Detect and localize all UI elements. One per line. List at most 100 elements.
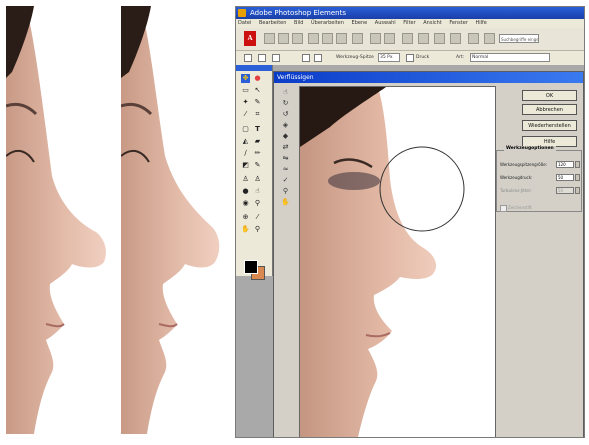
magic-wand-icon[interactable]: ✦ [241, 98, 250, 107]
web-icon[interactable] [484, 33, 495, 44]
brush-options-icon[interactable] [314, 54, 322, 62]
eraser-icon[interactable]: ◩ [241, 161, 250, 170]
brush-pressure-stepper-icon[interactable] [575, 174, 580, 181]
mode-select[interactable]: Normal [470, 53, 550, 62]
menu-ansicht[interactable]: Ansicht [423, 20, 441, 26]
brush-icon[interactable]: ∕ [241, 149, 250, 158]
brush-size-field[interactable]: 120 [556, 161, 574, 168]
brush-size-label: Werkzeugspitzengröße: [500, 162, 548, 167]
shape-icon[interactable]: ▢ [241, 125, 250, 134]
gradient-icon[interactable]: ▰ [253, 137, 262, 146]
toolbox: ✥ ● ▭ ↖ ✦ ✎ ⁄ ⌗ ▢ T ◭ ▰ ∕ ✏ ◩ ✎ ♙ ♙ ● ☝ … [236, 65, 273, 280]
twirl-cw-icon[interactable]: ↻ [281, 99, 290, 108]
airbrush-icon[interactable] [302, 54, 310, 62]
liquify-dialog: Verflüssigen ☝ ↻ ↺ ◈ ◆ ⇄ ⇋ ≈ ✓ ⚲ ✋ OK Ab… [273, 71, 584, 437]
liquify-preview-canvas[interactable] [299, 86, 496, 437]
photoshop-elements-window: Adobe Photoshop Elements Datei Bearbeite… [235, 6, 585, 438]
step-forward-icon[interactable] [384, 33, 395, 44]
menu-fenster[interactable]: Fenster [449, 20, 468, 26]
print-icon[interactable] [322, 33, 333, 44]
save-icon[interactable] [308, 33, 319, 44]
sponge-icon[interactable]: ◉ [241, 199, 250, 208]
shift-pixels-icon[interactable]: ⇄ [281, 143, 290, 152]
smudge-icon[interactable]: ☝ [253, 187, 262, 196]
toolbox-title-bar [236, 65, 272, 71]
nose-profile-edited-photo [121, 6, 229, 434]
print-preview-icon[interactable] [336, 33, 347, 44]
text-icon[interactable]: T [253, 125, 262, 134]
workspace: ✥ ● ▭ ↖ ✦ ✎ ⁄ ⌗ ▢ T ◭ ▰ ∕ ✏ ◩ ✎ ♙ ♙ ● ☝ … [236, 65, 584, 437]
search-input[interactable]: Suchbegriffe eingeben [499, 34, 539, 43]
reconstruct-icon[interactable]: ✓ [281, 176, 290, 185]
stylus-pressure-label: Zeichenstift [508, 205, 532, 210]
pressure-checkbox[interactable] [406, 54, 414, 62]
menu-hilfe[interactable]: Hilfe [475, 20, 486, 26]
menu-bar: Datei Bearbeiten Bild Überarbeiten Ebene… [236, 19, 584, 28]
help-icon[interactable] [450, 33, 461, 44]
menu-ebene[interactable]: Ebene [352, 20, 368, 26]
turbulence-field: 50 [556, 187, 574, 194]
tutorial-icon[interactable] [468, 33, 479, 44]
tool-preset-icon[interactable] [258, 54, 266, 62]
selection-brush-icon[interactable]: ✎ [253, 98, 262, 107]
pressure-label: Druck [416, 55, 430, 60]
menu-filter[interactable]: Filter [403, 20, 415, 26]
color-variations-icon[interactable] [418, 33, 429, 44]
blur-icon[interactable]: ● [241, 187, 250, 196]
reflection-icon[interactable]: ⇋ [281, 154, 290, 163]
menu-datei[interactable]: Datei [238, 20, 251, 26]
crop-icon[interactable]: ⌗ [253, 110, 262, 119]
brush-pressure-field[interactable]: 50 [556, 174, 574, 181]
options-bar: Werkzeug-Spitze 35 Px Druck Art: Normal [236, 51, 584, 66]
tool-options-title: Werkzeugoptionen [504, 146, 556, 151]
turbulence-icon[interactable]: ≈ [281, 165, 290, 174]
paint-bucket-icon[interactable]: ◭ [241, 137, 250, 146]
turbulence-stepper-icon [575, 187, 580, 194]
new-file-icon[interactable] [264, 33, 275, 44]
lasso-icon[interactable]: ↖ [253, 86, 262, 95]
mode-label: Art: [456, 55, 465, 60]
impressionist-brush-icon[interactable]: ✎ [253, 161, 262, 170]
liquify-brush-cursor [379, 146, 465, 232]
step-backward-icon[interactable] [370, 33, 381, 44]
restore-button[interactable]: Wiederherstellen [522, 120, 577, 131]
quick-fix-icon[interactable] [402, 33, 413, 44]
liquify-zoom-icon[interactable]: ⚲ [281, 187, 290, 196]
dodge-icon[interactable]: ⚲ [253, 199, 262, 208]
eyedropper-2-icon[interactable]: ⁄ [253, 213, 262, 222]
menu-ueberarbeiten[interactable]: Überarbeiten [311, 20, 344, 26]
brush-size-stepper-icon[interactable] [575, 161, 580, 168]
bloat-icon[interactable]: ◆ [281, 132, 290, 141]
marquee-icon[interactable]: ▭ [241, 86, 250, 95]
stamp-icon[interactable]: ♙ [241, 175, 250, 184]
pucker-icon[interactable]: ◈ [281, 121, 290, 130]
browse-icon[interactable] [292, 33, 303, 44]
move-icon[interactable]: ✥ [241, 74, 250, 83]
app-title-bar: Adobe Photoshop Elements [236, 7, 584, 19]
brush-size-label: Werkzeug-Spitze [336, 55, 374, 60]
email-icon[interactable] [352, 33, 363, 44]
liquify-dialog-title: Verflüssigen [274, 72, 583, 83]
brush-size-field[interactable]: 35 Px [378, 53, 400, 62]
ok-button[interactable]: OK [522, 90, 577, 101]
brush-shape-icon[interactable] [272, 54, 280, 62]
menu-auswahl[interactable]: Auswahl [375, 20, 396, 26]
zoom-tool-icon[interactable]: ⚲ [253, 225, 262, 234]
stylus-pressure-checkbox[interactable] [500, 205, 507, 212]
pattern-stamp-icon[interactable]: ♙ [253, 175, 262, 184]
resize-icon[interactable] [434, 33, 445, 44]
twirl-ccw-icon[interactable]: ↺ [281, 110, 290, 119]
liquify-hand-icon[interactable]: ✋ [281, 198, 290, 207]
open-file-icon[interactable] [278, 33, 289, 44]
menu-bild[interactable]: Bild [294, 20, 303, 26]
pencil-icon[interactable]: ✏ [253, 149, 262, 158]
foreground-color-swatch[interactable] [244, 260, 258, 274]
menu-bearbeiten[interactable]: Bearbeiten [259, 20, 286, 26]
hand-icon[interactable]: ✋ [241, 225, 250, 234]
cancel-button[interactable]: Abbrechen [522, 104, 577, 115]
brush-preset-icon[interactable] [244, 54, 252, 62]
eyedropper-icon[interactable]: ⁄ [241, 110, 250, 119]
warp-icon[interactable]: ☝ [281, 88, 290, 97]
red-eye-icon[interactable]: ⊕ [241, 213, 250, 222]
zoom-icon[interactable]: ● [253, 74, 262, 83]
